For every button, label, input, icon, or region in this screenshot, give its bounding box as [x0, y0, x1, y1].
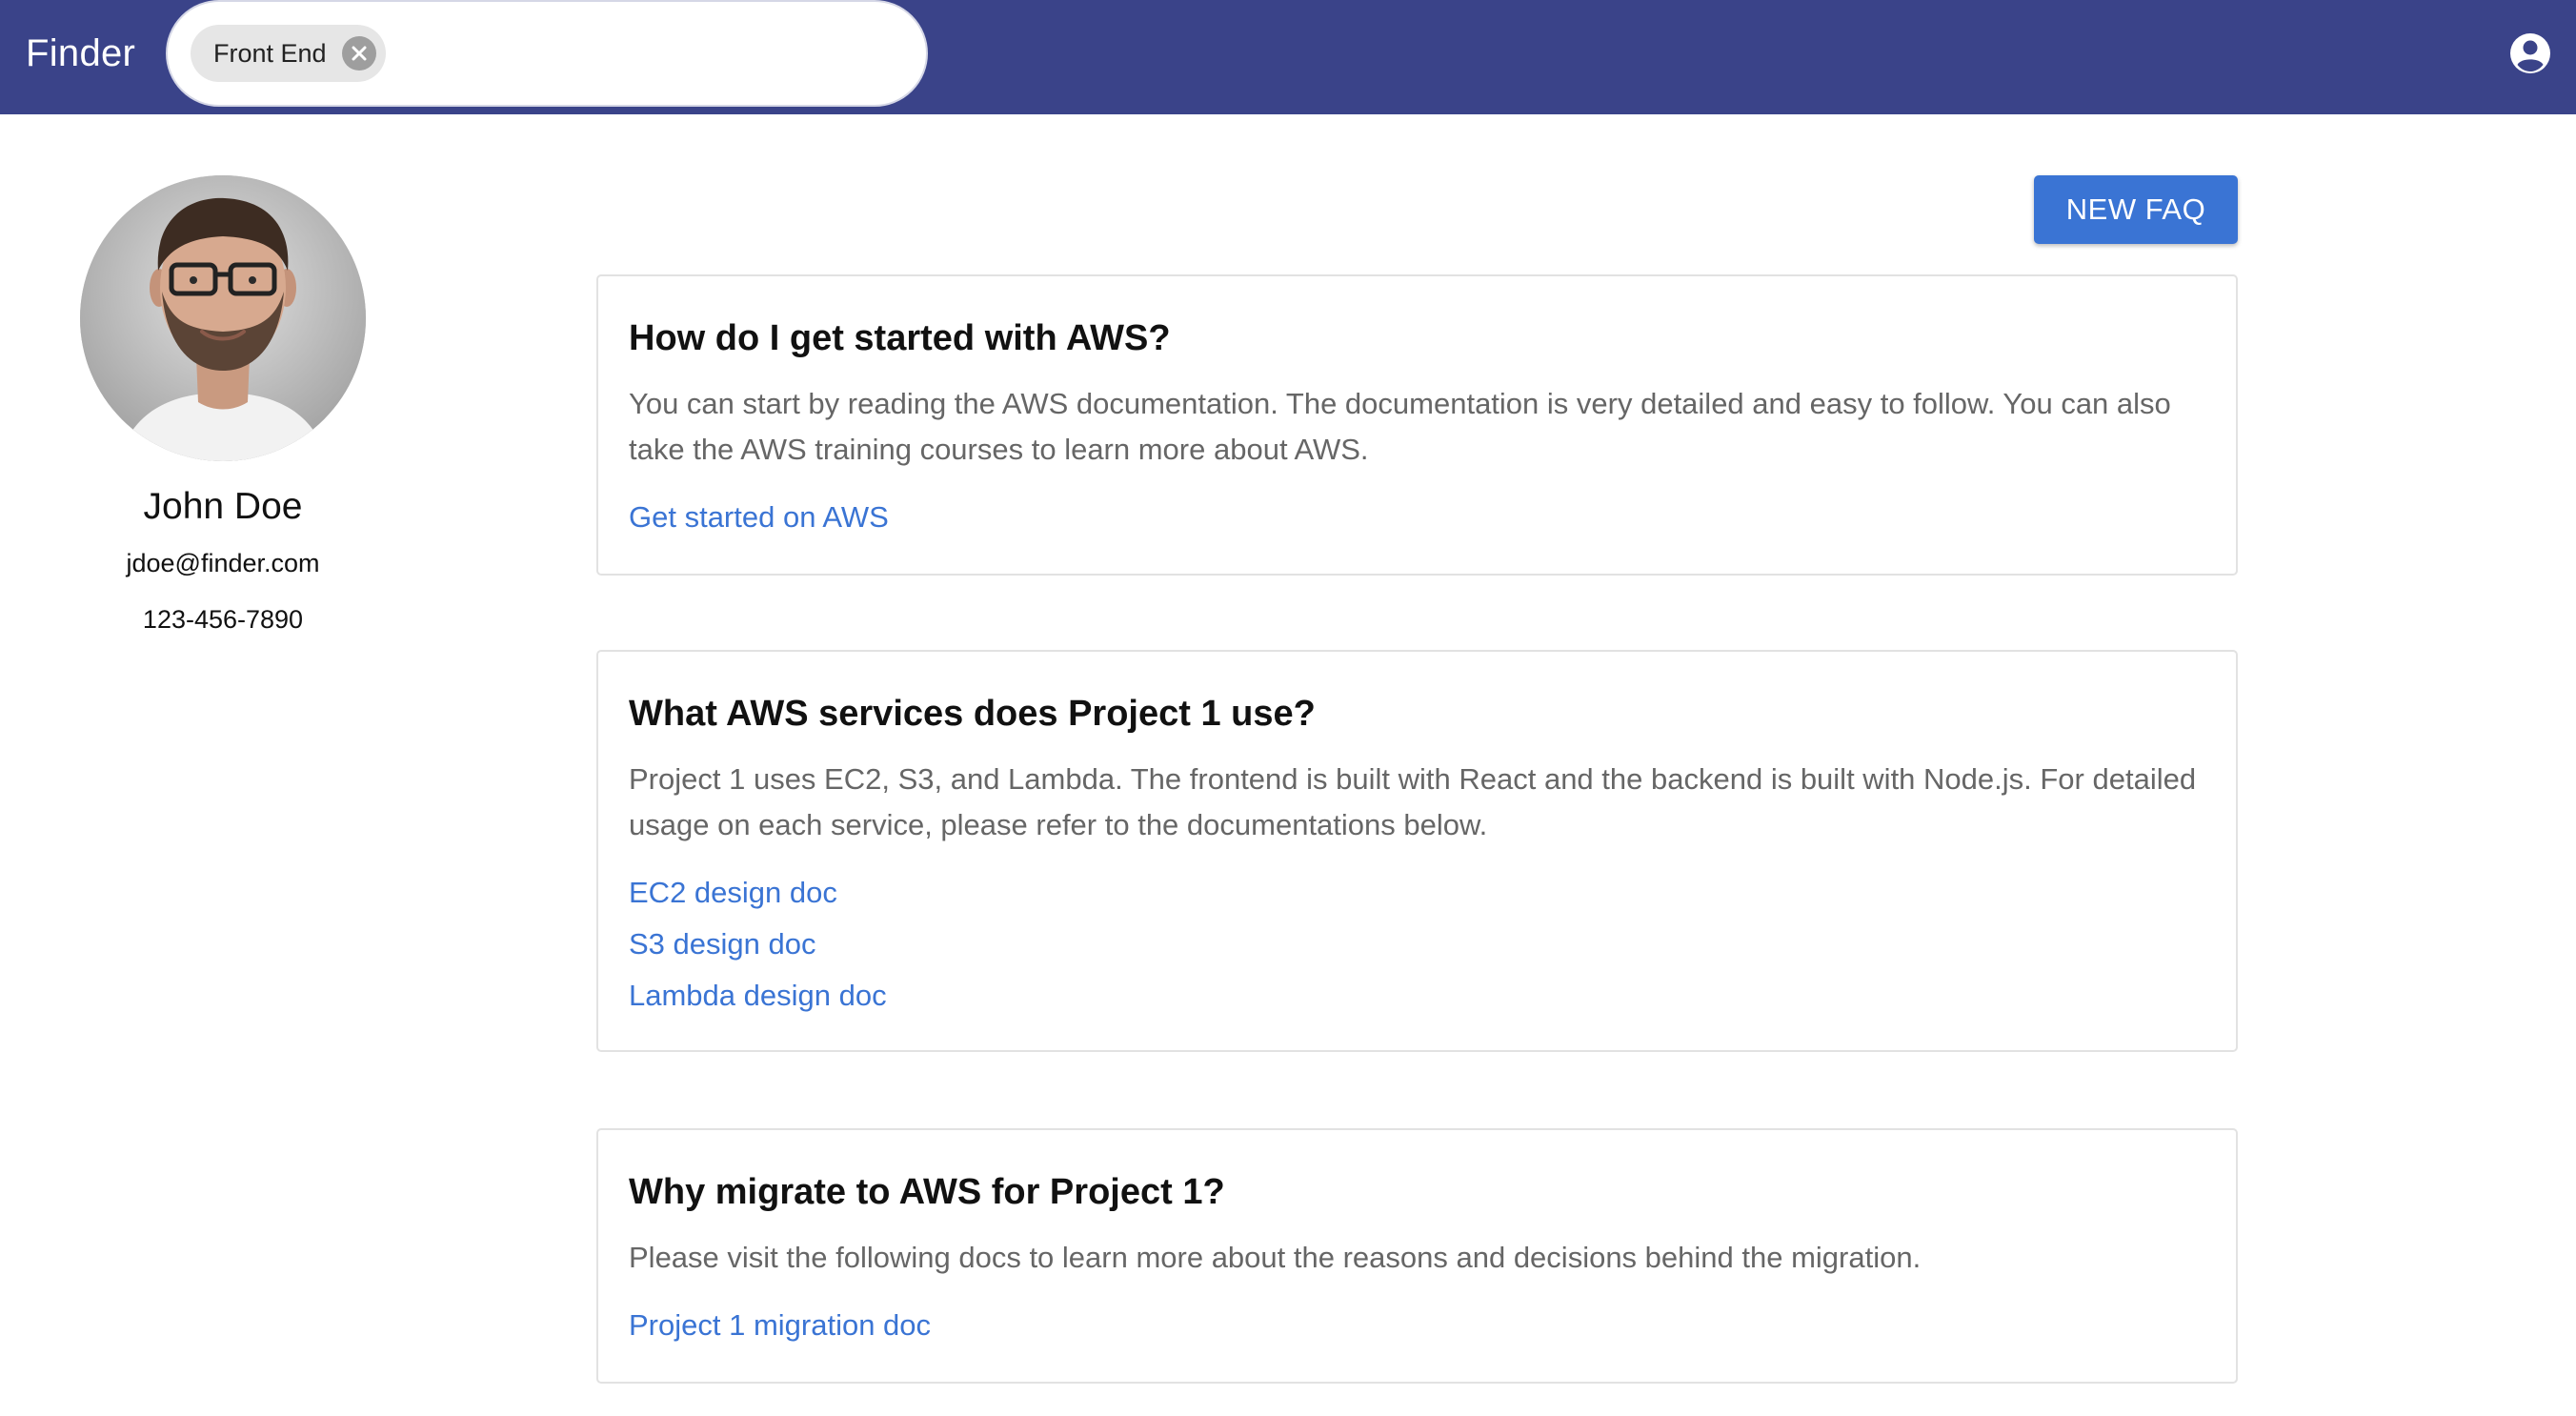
faq-links: Get started on AWS [629, 492, 2205, 543]
faq-answer: Project 1 uses EC2, S3, and Lambda. The … [629, 762, 2197, 841]
filter-chip-label: Front End [213, 38, 327, 68]
profile-name: John Doe [143, 486, 303, 527]
faq-link[interactable]: Lambda design doc [629, 970, 887, 1022]
faq-card: Why migrate to AWS for Project 1? Please… [596, 1128, 2238, 1384]
close-icon[interactable] [341, 36, 376, 71]
faq-card: How do I get started with AWS? You can s… [596, 274, 2238, 576]
faq-card: What AWS services does Project 1 use? Pr… [596, 650, 2238, 1052]
profile-phone: 123-456-7890 [142, 605, 304, 634]
app-title: Finder [26, 31, 136, 74]
search-input[interactable] [400, 25, 926, 82]
search-bar[interactable]: Front End [166, 0, 928, 107]
faq-links: Project 1 migration doc [629, 1300, 2205, 1351]
profile-panel: John Doe jdoe@finder.com 123-456-7890 [80, 175, 366, 635]
profile-email: jdoe@finder.com [126, 549, 320, 577]
app-bar: Finder Front End [0, 0, 2576, 114]
faq-link[interactable]: S3 design doc [629, 919, 815, 970]
faq-question: Why migrate to AWS for Project 1? [629, 1172, 1225, 1212]
account-circle-icon[interactable] [2509, 32, 2551, 74]
faq-answer: Please visit the following docs to learn… [629, 1241, 1922, 1274]
faq-answer: You can start by reading the AWS documen… [629, 387, 2171, 466]
filter-chip[interactable]: Front End [191, 25, 386, 82]
faq-link[interactable]: EC2 design doc [629, 867, 837, 919]
faq-links: EC2 design doc S3 design doc Lambda desi… [629, 867, 2205, 1022]
faq-link[interactable]: Get started on AWS [629, 492, 889, 543]
faq-link[interactable]: Project 1 migration doc [629, 1300, 931, 1351]
faq-question: What AWS services does Project 1 use? [629, 694, 1316, 734]
avatar [80, 175, 366, 461]
new-faq-button[interactable]: NEW FAQ [2034, 175, 2238, 244]
faq-question: How do I get started with AWS? [629, 318, 1171, 358]
